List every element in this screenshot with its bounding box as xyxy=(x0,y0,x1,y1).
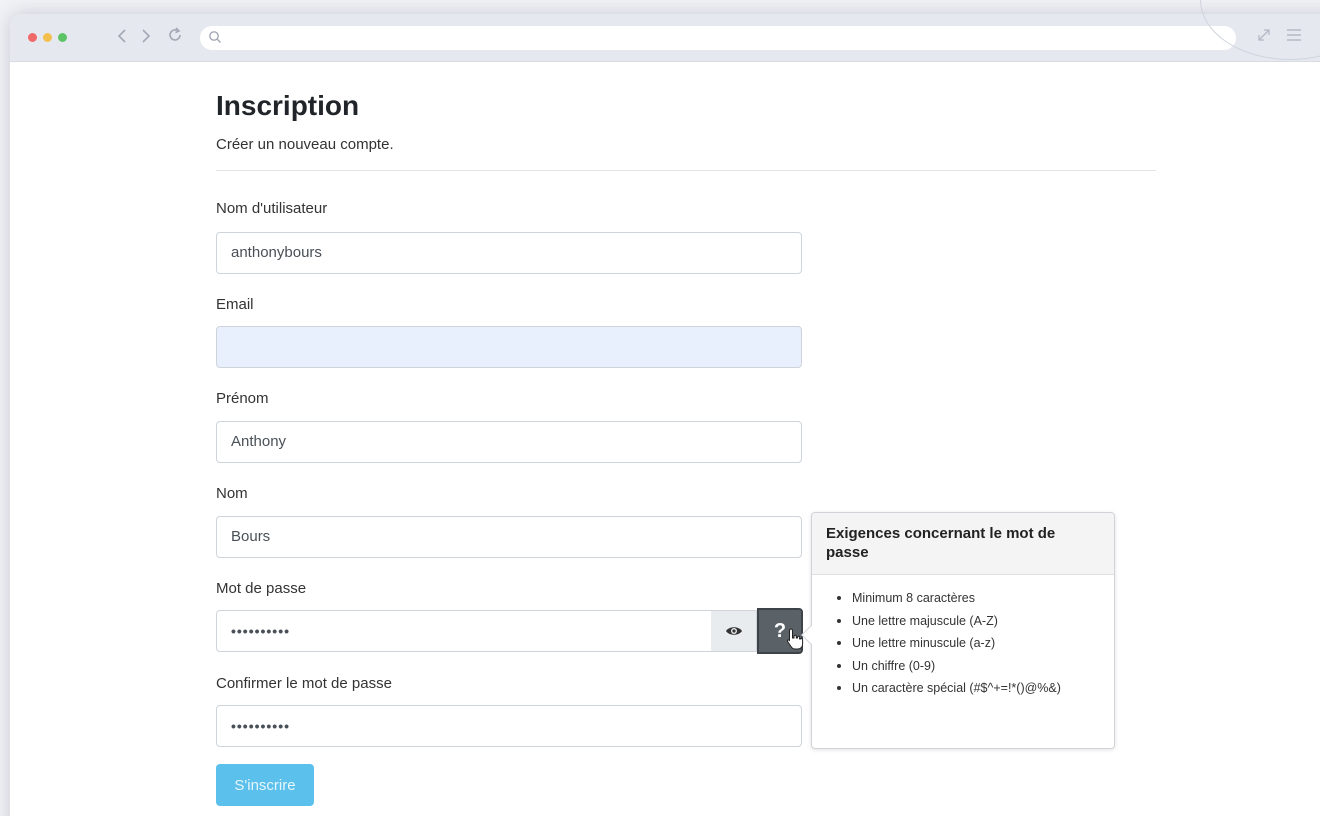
requirement-item: Minimum 8 caractères xyxy=(837,587,1114,610)
search-icon xyxy=(208,30,222,49)
firstname-field[interactable]: Anthony xyxy=(216,421,802,463)
username-label: Nom d'utilisateur xyxy=(216,200,328,217)
requirement-item: Un chiffre (0-9) xyxy=(837,655,1114,678)
page-header: Inscription Créer un nouveau compte. xyxy=(216,90,1156,171)
back-icon[interactable] xyxy=(112,26,132,48)
requirements-list: Minimum 8 caractères Une lettre majuscul… xyxy=(812,575,1114,700)
header-divider xyxy=(216,170,1156,171)
maximize-window-dot[interactable] xyxy=(58,33,67,42)
browser-toolbar xyxy=(10,14,1320,62)
page-title: Inscription xyxy=(216,90,360,121)
password-requirements-popover: Exigences concernant le mot de passe Min… xyxy=(801,512,1115,749)
popover-title: Exigences concernant le mot de passe xyxy=(812,513,1114,575)
close-window-dot[interactable] xyxy=(28,33,37,42)
firstname-label: Prénom xyxy=(216,390,269,407)
password-label: Mot de passe xyxy=(216,580,307,597)
confirm-password-label: Confirmer le mot de passe xyxy=(216,675,392,692)
register-button[interactable]: S'inscrire xyxy=(216,764,314,806)
reload-icon[interactable] xyxy=(165,26,185,48)
requirement-item: Un caractère spécial (#$^+=!*()@%&) xyxy=(837,677,1114,700)
password-field[interactable]: •••••••••• xyxy=(216,610,712,652)
browser-window: Inscription Créer un nouveau compte. Nom… xyxy=(10,14,1320,816)
username-field[interactable]: anthonybours xyxy=(216,232,802,274)
page-subtitle: Créer un nouveau compte. xyxy=(216,136,394,153)
lastname-label: Nom xyxy=(216,485,248,502)
hand-cursor-icon xyxy=(786,628,804,650)
eye-icon xyxy=(725,627,742,635)
lastname-field[interactable]: Bours xyxy=(216,516,802,558)
email-field[interactable] xyxy=(216,326,802,368)
minimize-window-dot[interactable] xyxy=(43,33,52,42)
address-bar[interactable] xyxy=(200,26,1236,50)
show-password-button[interactable] xyxy=(711,610,757,652)
requirement-item: Une lettre majuscule (A-Z) xyxy=(837,610,1114,633)
confirm-password-field[interactable]: •••••••••• xyxy=(216,705,802,747)
email-label: Email xyxy=(216,296,254,313)
requirement-item: Une lettre minuscule (a-z) xyxy=(837,632,1114,655)
forward-icon[interactable] xyxy=(136,26,156,48)
